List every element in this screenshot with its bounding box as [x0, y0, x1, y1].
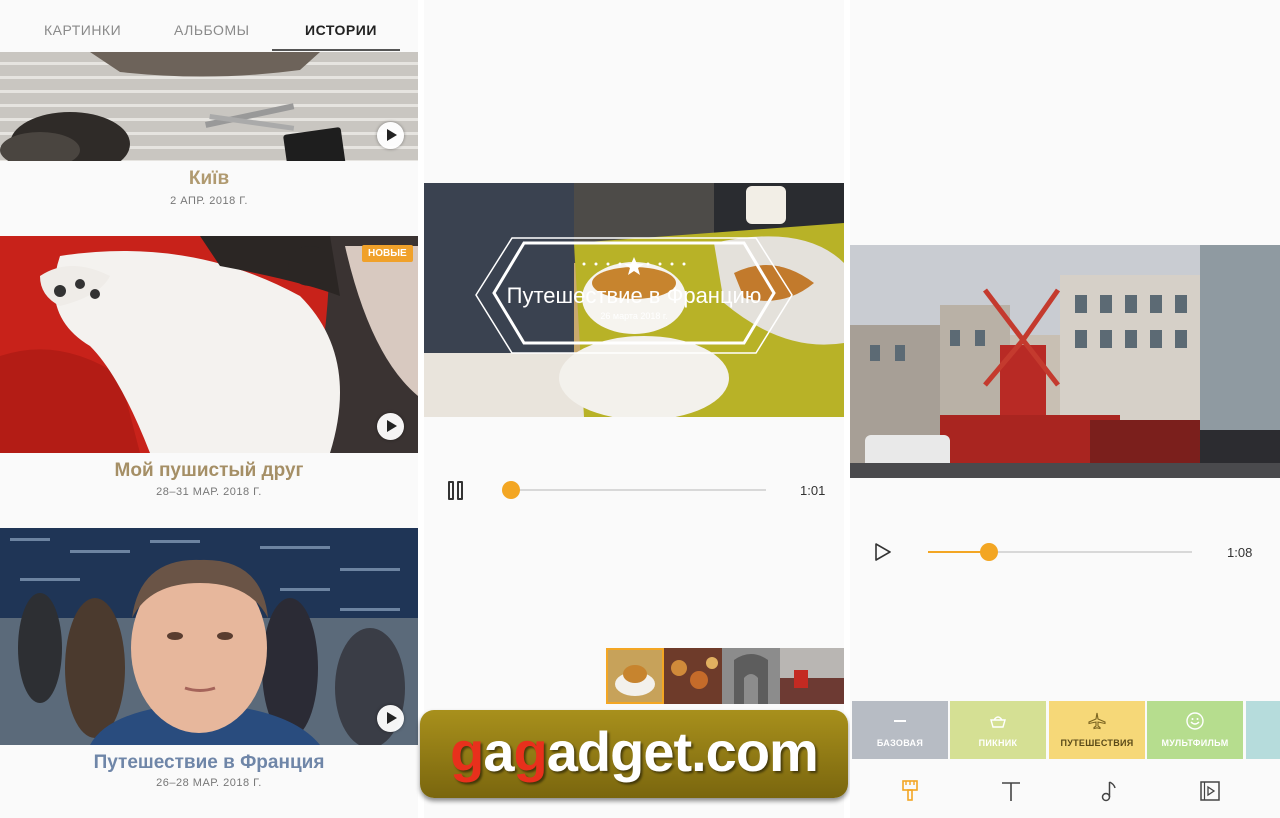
- tab-pictures[interactable]: КАРТИНКИ: [44, 22, 121, 38]
- cat-photo: [0, 236, 418, 453]
- pause-icon: [457, 481, 463, 500]
- theme-label: БАЗОВАЯ: [876, 738, 924, 748]
- theme-picnic[interactable]: ПИКНИК: [950, 701, 1046, 759]
- filmstrip-frame[interactable]: [722, 648, 780, 704]
- filmstrip-frame[interactable]: [780, 648, 844, 704]
- theme-next-partial[interactable]: [1246, 701, 1280, 759]
- filmstrip-frame-selected[interactable]: [606, 648, 664, 704]
- theme-label: ПУТЕШЕСТВИЯ: [1060, 738, 1134, 748]
- play-icon[interactable]: [377, 705, 404, 732]
- logo-text: gagadget.com: [450, 720, 819, 783]
- story-thumbnail-fluffy-friend[interactable]: [0, 236, 418, 453]
- theme-label: МУЛЬТФИЛЬМ: [1161, 738, 1229, 748]
- theme-selector: БАЗОВАЯ ПИКНИК ПУТЕШЕСТВИЯ МУЛЬТФИЛЬМ: [850, 701, 1280, 759]
- play-icon: [875, 543, 891, 561]
- basket-icon: [990, 716, 1006, 728]
- play-button[interactable]: [874, 542, 892, 562]
- text-icon[interactable]: [999, 778, 1023, 804]
- story-date: 26–28 МАР. 2018 Г.: [156, 777, 262, 789]
- story-thumbnail-trip-france[interactable]: [0, 528, 418, 745]
- story-title: Мой пушистый друг: [114, 460, 304, 481]
- video-title: Путешествие в Францию: [506, 283, 762, 308]
- selfie-photo: [0, 528, 418, 745]
- airplane-icon: [1088, 712, 1106, 730]
- pause-button[interactable]: [448, 481, 464, 500]
- story-date: 28–31 МАР. 2018 Г.: [156, 486, 262, 498]
- editor-toolbar: [850, 778, 1280, 808]
- story-title: Київ: [188, 168, 230, 189]
- gallery-tabs: КАРТИНКИ АЛЬБОМЫ ИСТОРИИ: [0, 0, 418, 52]
- seek-handle[interactable]: [502, 481, 520, 499]
- brush-icon[interactable]: [899, 778, 923, 804]
- tab-stories[interactable]: ИСТОРИИ: [305, 22, 377, 38]
- minus-icon: [894, 720, 906, 722]
- pause-icon: [448, 481, 454, 500]
- video-player[interactable]: Путешествие в Францию 26 марта 2018 г.: [424, 183, 844, 417]
- stories-panel: КАРТИНКИ АЛЬБОМЫ ИСТОРИИ Київ 2 АПР. 201…: [0, 0, 418, 818]
- story-title: Путешествие в Франция: [93, 752, 325, 773]
- theme-label: ПИКНИК: [978, 738, 1018, 748]
- editor-panel: 1:08 БАЗОВАЯ ПИКНИК ПУТЕШЕСТВИЯ МУЛЬТФИЛ…: [850, 0, 1280, 818]
- smiley-icon: [1186, 712, 1204, 730]
- gagadget-logo: gagadget.com: [420, 710, 848, 798]
- theme-travel[interactable]: ПУТЕШЕСТВИЯ: [1049, 701, 1145, 759]
- player-panel: Путешествие в Францию 26 марта 2018 г. 1…: [424, 0, 844, 818]
- story-date: 2 АПР. 2018 Г.: [170, 195, 248, 207]
- theme-basic[interactable]: БАЗОВАЯ: [852, 701, 948, 759]
- moulin-rouge-photo: [850, 245, 1280, 478]
- music-note-icon[interactable]: [1098, 778, 1122, 804]
- play-icon[interactable]: [377, 122, 404, 149]
- duration-label: 1:01: [800, 483, 826, 498]
- seek-bar[interactable]: [511, 489, 766, 491]
- theme-cartoon[interactable]: МУЛЬТФИЛЬМ: [1147, 701, 1243, 759]
- seek-handle[interactable]: [979, 543, 998, 561]
- new-badge: НОВЫЕ: [362, 245, 413, 262]
- filmstrip-frame[interactable]: [664, 648, 722, 704]
- video-date: 26 марта 2018 г.: [600, 311, 668, 321]
- film-edit-icon[interactable]: [1198, 778, 1222, 804]
- carpet-photo: [0, 52, 418, 161]
- preview-photo[interactable]: [850, 245, 1280, 478]
- duration-label: 1:08: [1227, 545, 1253, 560]
- play-icon[interactable]: [377, 413, 404, 440]
- tab-albums[interactable]: АЛЬБОМЫ: [174, 22, 250, 38]
- story-thumbnail-kyiv[interactable]: [0, 52, 418, 161]
- active-tab-indicator: [272, 49, 400, 51]
